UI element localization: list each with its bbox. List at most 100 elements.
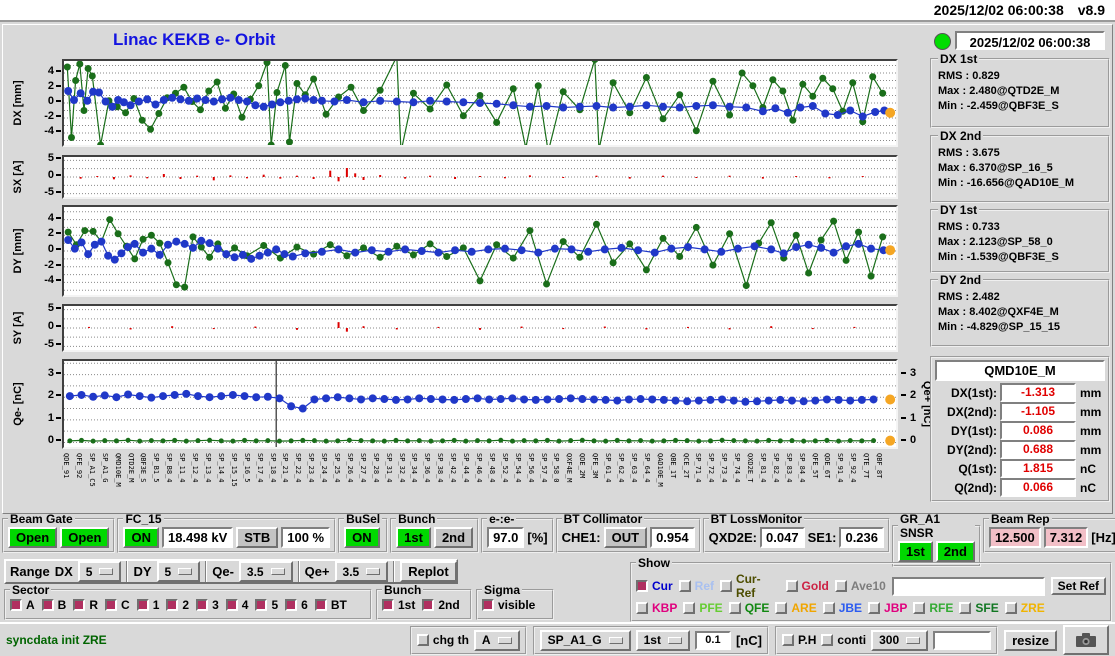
show-sfe-checkbox[interactable]: SFE <box>959 601 999 615</box>
sector-checkbox-4[interactable]: 4 <box>225 598 248 612</box>
resize-button[interactable]: resize <box>1004 629 1057 651</box>
checkbox-label: P.H <box>797 633 817 647</box>
checkbox-indicator <box>720 580 732 592</box>
sector-checkbox-a[interactable]: A <box>10 598 35 612</box>
interval-dropdown[interactable]: 300 <box>871 629 929 651</box>
ph-checkbox[interactable]: P.H <box>781 633 817 647</box>
sector-checkbox-6[interactable]: 6 <box>285 598 308 612</box>
dropdown-value: A <box>481 633 491 647</box>
bunch-1st-checkbox[interactable]: 1st <box>382 598 415 612</box>
bpm-label: QFE_5T <box>810 453 819 479</box>
monitor-row-label: DX(1st): <box>950 385 997 400</box>
bpm-label: QBF3E_S <box>139 453 148 483</box>
monitor-row: Q(2nd): 0.066 nC <box>935 478 1105 497</box>
stat-group-title: DY 2nd <box>940 273 982 287</box>
chg-th-checkbox[interactable]: chg th <box>416 633 469 647</box>
bpm-label: SP_21_4 <box>281 453 290 483</box>
conti-checkbox[interactable]: conti <box>821 633 866 647</box>
bpm-label: SP_52_4 <box>500 453 509 483</box>
bpm-label: SP_14_4 <box>216 453 225 483</box>
monitor-row-value: -1.313 <box>1000 383 1076 402</box>
checkbox-indicator <box>636 602 648 614</box>
show-zre-checkbox[interactable]: ZRE <box>1004 601 1045 615</box>
bunch-dropdown[interactable]: 1st <box>635 629 690 651</box>
titlebar-version: v8.9 <box>1077 2 1105 18</box>
replot-button[interactable]: Replot <box>400 561 457 582</box>
show-ref-checkbox[interactable]: Ref <box>678 579 714 593</box>
dy-axis-label: DY [mm] <box>12 228 24 274</box>
show-qfe-checkbox[interactable]: QFE <box>728 601 769 615</box>
chg-th-sector-dropdown[interactable]: A <box>473 629 520 651</box>
fc15-group: FC_15 ON 18.498 kV STB 100 % <box>117 512 337 553</box>
busel-on-button[interactable]: ON <box>344 527 380 548</box>
show-jbp-checkbox[interactable]: JBP <box>868 601 907 615</box>
qxd2e-value-field: 0.047 <box>760 527 805 548</box>
show-rfe-checkbox[interactable]: RFE <box>913 601 953 615</box>
show-cur-ref-checkbox[interactable]: Cur-Ref <box>720 572 780 600</box>
bpm-label: QFE_3M <box>591 453 600 479</box>
bpm-dropdown[interactable]: SP_A1_G <box>539 629 631 651</box>
sector-checkbox-5[interactable]: 5 <box>255 598 278 612</box>
show-jbe-checkbox[interactable]: JBE <box>822 601 862 615</box>
qe-minus-axis-label: Qe- [nC] <box>12 382 24 426</box>
page-title: Linac KEKB e- Orbit <box>113 30 276 49</box>
screenshot-button[interactable] <box>1063 625 1109 655</box>
sector-checkbox-1[interactable]: 1 <box>136 598 159 612</box>
fc15-on-button[interactable]: ON <box>123 527 159 548</box>
reference-name-input[interactable] <box>891 576 1045 596</box>
bpm-label: SP_31_4 <box>384 453 393 483</box>
checkbox-label: BT <box>330 598 347 612</box>
show-ave10-checkbox[interactable]: Ave10 <box>834 579 886 593</box>
dropdown-indicator-icon <box>906 636 921 644</box>
fc15-kv-field[interactable]: 18.498 kV <box>161 527 234 548</box>
fc15-stb-button[interactable]: STB <box>236 527 279 548</box>
threshold-input[interactable] <box>694 630 731 650</box>
monitor-row-unit: nC <box>1080 480 1096 495</box>
bpm-label: QTE_7T <box>862 453 871 479</box>
show-cur-checkbox[interactable]: Cur <box>636 579 673 593</box>
group-title: Sigma <box>484 583 521 597</box>
sector-checkbox-3[interactable]: 3 <box>196 598 219 612</box>
monitor-row: DX(2nd): -1.105 mm <box>935 402 1105 421</box>
bpm-label: SP_B8_4 <box>165 453 174 483</box>
bpm-label: SP_42_4 <box>449 453 458 483</box>
dropdown-indicator-icon <box>366 568 381 575</box>
sector-checkbox-c[interactable]: C <box>105 598 130 612</box>
dx-orbit-plot <box>62 59 898 147</box>
show-kbp-checkbox[interactable]: KBP <box>636 601 677 615</box>
range-qe-minus-dropdown[interactable]: 3.5 <box>238 561 293 582</box>
rms-label: RMS : <box>938 70 970 82</box>
sector-checkbox-r[interactable]: R <box>73 598 98 612</box>
checkbox-indicator <box>136 599 149 611</box>
beam-gate-open-button-1[interactable]: Open <box>8 527 58 548</box>
bpm-label: SP_54_4 <box>513 453 522 483</box>
bunch-2nd-button[interactable]: 2nd <box>433 527 474 548</box>
sector-checkbox-2[interactable]: 2 <box>166 598 189 612</box>
checkbox-label: PFE <box>699 601 723 615</box>
count-input[interactable] <box>933 630 992 650</box>
group-title: Bunch <box>384 583 422 597</box>
ee-ratio-field[interactable]: 97.0 <box>487 527 525 548</box>
checkbox-indicator <box>728 602 741 614</box>
show-gold-checkbox[interactable]: Gold <box>785 579 829 593</box>
show-are-checkbox[interactable]: ARE <box>775 601 817 615</box>
monitor-row-label: DY(1st): <box>950 423 997 438</box>
monitor-row-unit: mm <box>1080 442 1102 457</box>
range-dx-dropdown[interactable]: 5 <box>77 561 122 582</box>
range-qe-plus-dropdown[interactable]: 3.5 <box>334 561 389 582</box>
sector-checkbox-b[interactable]: B <box>41 598 66 612</box>
sector-checkbox-bt[interactable]: BT <box>314 598 347 612</box>
bunch-2nd-checkbox[interactable]: 2nd <box>422 598 460 612</box>
fc15-percent-field[interactable]: 100 % <box>281 527 331 548</box>
bpm-label: QBE_1T <box>668 453 677 479</box>
set-ref-button[interactable]: Set Ref <box>1050 577 1106 595</box>
beam-gate-open-button-2[interactable]: Open <box>60 527 110 548</box>
che1-state-button[interactable]: OUT <box>603 527 648 548</box>
range-dy-dropdown[interactable]: 5 <box>156 561 201 582</box>
min-value: -1.539@QBF3E_S <box>966 251 1059 263</box>
monitor-name[interactable]: QMD10E_M <box>935 360 1105 381</box>
sigma-visible-checkbox[interactable]: visible <box>482 598 535 612</box>
show-pfe-checkbox[interactable]: PFE <box>683 601 723 615</box>
min-label: Min : <box>938 251 964 263</box>
bunch-1st-button[interactable]: 1st <box>396 527 431 548</box>
